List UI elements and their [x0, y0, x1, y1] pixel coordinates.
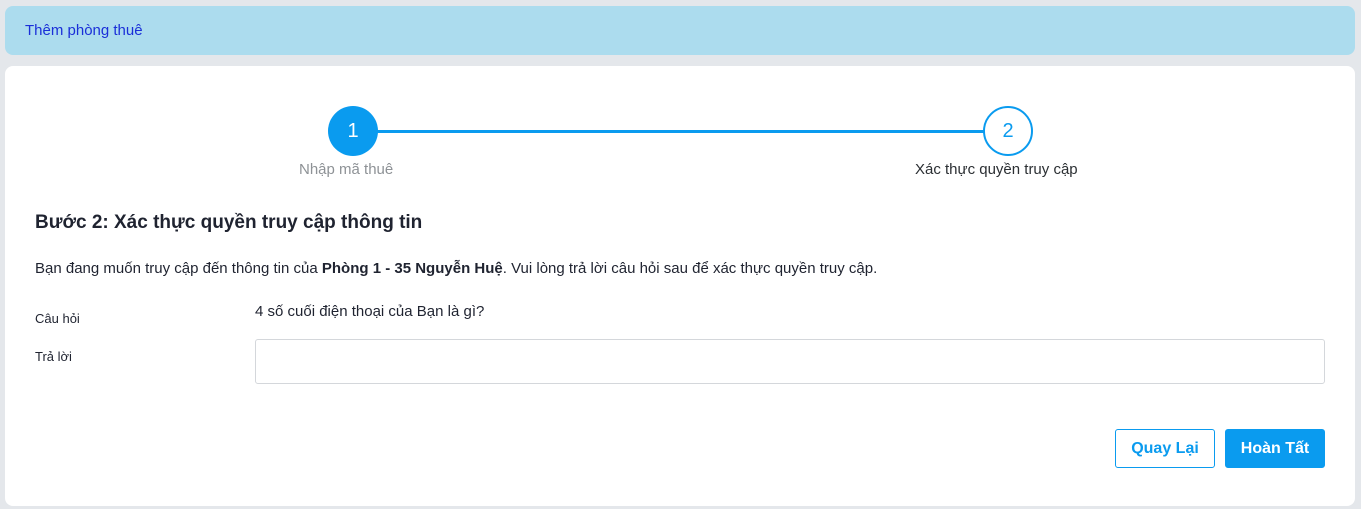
answer-label: Trả lời: [35, 349, 72, 364]
step-1-label: Nhập mã thuê: [299, 161, 394, 178]
page-title: Thêm phòng thuê: [25, 22, 143, 39]
form-card: 1 2 Nhập mã thuê Xác thực quyền truy cập…: [5, 66, 1355, 506]
step-2-number: 2: [1002, 119, 1014, 142]
intro-prefix: Bạn đang muốn truy cập đến thông tin của: [35, 260, 322, 277]
answer-input[interactable]: [255, 339, 1325, 384]
intro-text: Bạn đang muốn truy cập đến thông tin của…: [35, 260, 877, 277]
stepper-connector: [377, 130, 989, 133]
step-2-circle[interactable]: 2: [983, 106, 1033, 156]
step-1-number: 1: [347, 119, 359, 142]
section-heading: Bước 2: Xác thực quyền truy cập thông ti…: [35, 212, 423, 233]
question-text: 4 số cuối điện thoại của Bạn là gì?: [255, 303, 485, 320]
page-header: Thêm phòng thuê: [5, 6, 1355, 55]
step-2-label: Xác thực quyền truy cập: [915, 161, 1078, 178]
back-button[interactable]: Quay Lại: [1115, 429, 1215, 468]
step-1-circle[interactable]: 1: [328, 106, 378, 156]
question-label: Câu hỏi: [35, 311, 80, 326]
stepper: 1 2 Nhập mã thuê Xác thực quyền truy cập: [5, 66, 1355, 196]
intro-room-name: Phòng 1 - 35 Nguyễn Huệ: [321, 260, 503, 277]
finish-button[interactable]: Hoàn Tất: [1225, 429, 1325, 468]
intro-suffix: . Vui lòng trả lời câu hỏi sau để xác th…: [502, 260, 878, 277]
